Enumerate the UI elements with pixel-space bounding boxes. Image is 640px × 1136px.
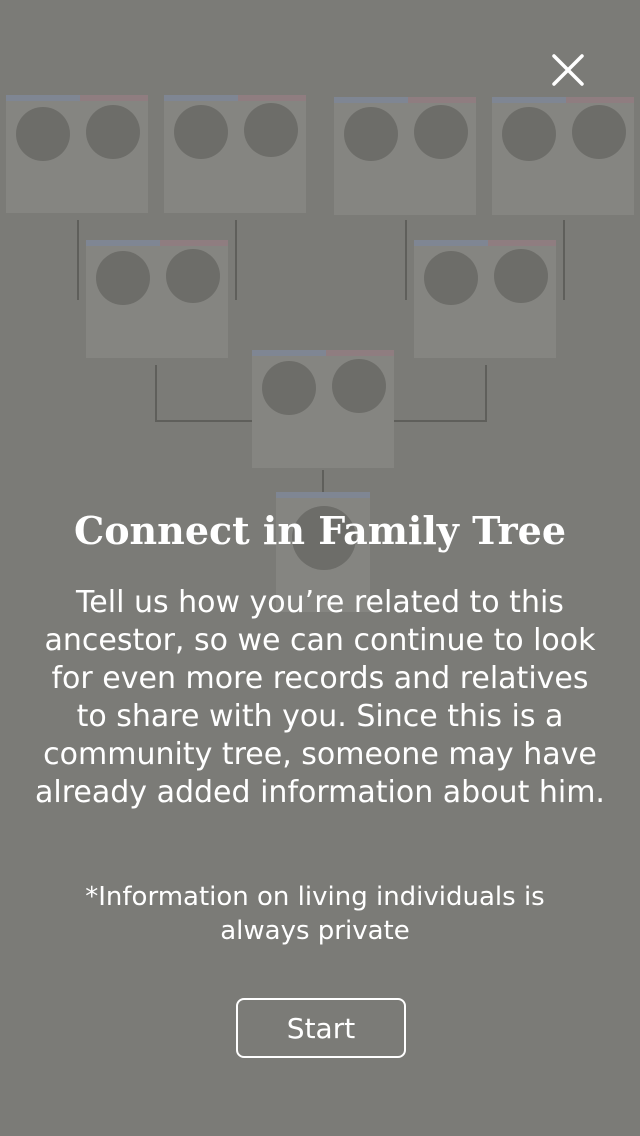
tree-connector: [235, 220, 237, 300]
tree-connector: [155, 420, 255, 422]
start-button[interactable]: Start: [236, 998, 406, 1058]
person-avatar: [414, 105, 468, 159]
person-avatar: [424, 251, 478, 305]
tree-couple-card: [334, 97, 476, 215]
privacy-note: *Information on living individuals is al…: [85, 882, 545, 946]
tree-connector: [405, 220, 407, 300]
close-icon: [552, 54, 584, 86]
person-avatar: [494, 249, 548, 303]
person-avatar: [572, 105, 626, 159]
connect-family-tree-screen: Connect in Family Tree Tell us how you’r…: [0, 0, 640, 1136]
person-avatar: [96, 251, 150, 305]
tree-couple-card: [164, 95, 306, 213]
tree-couple-card: [492, 97, 634, 215]
person-avatar: [86, 105, 140, 159]
tree-connector: [322, 470, 324, 492]
person-avatar: [166, 249, 220, 303]
modal-title: Connect in Family Tree: [73, 508, 567, 553]
person-avatar: [262, 361, 316, 415]
person-avatar: [16, 107, 70, 161]
tree-connector: [393, 420, 487, 422]
person-avatar: [244, 103, 298, 157]
close-button[interactable]: [548, 50, 588, 90]
tree-couple-card: [252, 350, 394, 468]
person-avatar: [174, 105, 228, 159]
tree-connector: [77, 220, 79, 300]
person-avatar: [332, 359, 386, 413]
modal-description: Tell us how you’re related to this ances…: [35, 585, 605, 810]
tree-connector: [485, 365, 487, 421]
person-avatar: [344, 107, 398, 161]
tree-connector: [563, 220, 565, 300]
tree-connector: [155, 365, 157, 421]
tree-couple-card: [86, 240, 228, 358]
person-avatar: [502, 107, 556, 161]
tree-couple-card: [6, 95, 148, 213]
tree-couple-card: [414, 240, 556, 358]
